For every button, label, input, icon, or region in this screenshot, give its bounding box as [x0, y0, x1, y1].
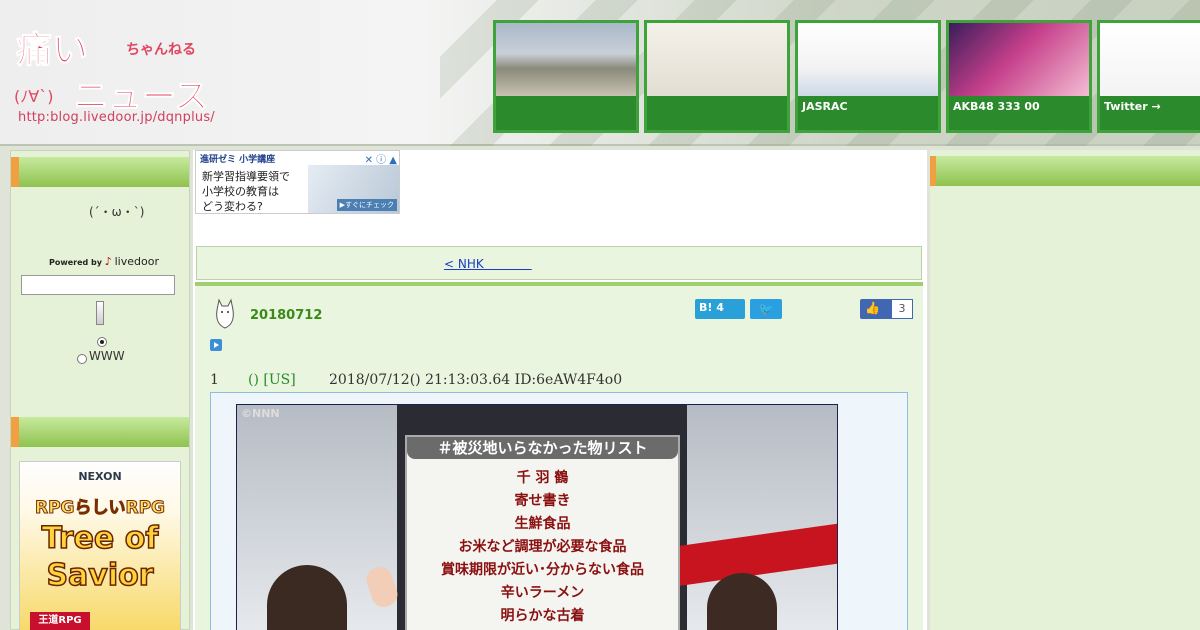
search-input[interactable]: [21, 275, 175, 295]
logo-url: http:blog.livedoor.jp/dqnplus/: [18, 110, 215, 125]
livedoor-icon: ♪: [104, 255, 112, 268]
thumbnail-caption: JASRAC: [798, 96, 938, 130]
ad-cta-button[interactable]: ▶すぐにチェック: [336, 199, 397, 211]
ad-body-line: 小学校の教育は: [202, 185, 279, 198]
tv-board-item: 辛いラーメン: [500, 585, 585, 601]
post-number: 1: [210, 372, 219, 388]
ad-banner[interactable]: 進研ゼミ 小学講座 ✕ ⓘ ▲ 新学習指導要領で 小学校の教育は どう変わる? …: [195, 150, 400, 214]
main-content: 進研ゼミ 小学講座 ✕ ⓘ ▲ 新学習指導要領で 小学校の教育は どう変わる? …: [193, 150, 927, 630]
thumbs-up-icon: 👍: [865, 301, 880, 315]
search-button[interactable]: [96, 301, 104, 325]
thumbnail-image: [949, 23, 1089, 99]
hatena-icon: B!: [699, 301, 713, 314]
livedoor-label[interactable]: livedoor: [115, 255, 159, 268]
tv-board-item: お米など調理が必要な食品: [458, 539, 627, 555]
article-date: 20180712: [250, 308, 323, 323]
radio-www[interactable]: [77, 354, 87, 364]
ad-line-3: Savior: [46, 557, 155, 594]
sidebar-face: (´・ω・`): [89, 205, 145, 219]
hatena-bookmark-button[interactable]: B! 4: [695, 299, 745, 319]
like-count: 3: [891, 299, 913, 319]
ad-badge: 王道RPG: [30, 612, 90, 630]
svg-text:痛い: 痛い: [16, 30, 88, 71]
tv-screenshot[interactable]: ©NNN ＃被災地いらなかった物リスト 千 羽 鶴 寄せ書き 生鮮食品 お米など…: [236, 404, 838, 630]
twitter-share-button[interactable]: 🐦: [750, 299, 782, 319]
thumbnail-4[interactable]: AKB48 333 00: [946, 20, 1092, 133]
facebook-like-button[interactable]: 👍 3: [860, 299, 913, 319]
powered-by-label: Powered by: [49, 258, 102, 267]
svg-text:(ﾉ∀`): (ﾉ∀`): [14, 87, 53, 106]
radio-blog[interactable]: [97, 337, 107, 347]
thumbnail-caption: [647, 96, 787, 130]
thumbnail-2[interactable]: [644, 20, 790, 133]
prev-article-link[interactable]: < NHK: [444, 255, 532, 272]
game-ad-banner[interactable]: NEXON RPGらしいRPG Tree of Savior 王道RPG: [19, 461, 181, 630]
thumbnail-image: [496, 23, 636, 99]
tv-board-items: 千 羽 鶴 寄せ書き 生鮮食品 お米など調理が必要な食品 賞味期限が近い･分から…: [407, 467, 678, 628]
play-icon[interactable]: [210, 339, 222, 351]
tv-board-item: 賞味期限が近い･分からない食品: [441, 562, 644, 578]
twitter-icon: 🐦: [758, 302, 774, 316]
right-sidebar-bar: [930, 156, 1200, 186]
site-header: 痛い ちゃんねる ニュース (ﾉ∀`) http:blog.livedoor.j…: [0, 0, 1200, 146]
thumbnail-caption: AKB48 333 00: [949, 96, 1089, 130]
thumbnail-3[interactable]: JASRAC: [795, 20, 941, 133]
post-meta: 2018/07/12() 21:13:03.64 ID:6eAW4F4o0: [329, 372, 623, 388]
sidebar-section-bar: [11, 417, 189, 447]
ad-body: 新学習指導要領で 小学校の教育は どう変わる?: [202, 169, 290, 213]
svg-text:ニュース: ニュース: [74, 77, 208, 114]
tv-board: ＃被災地いらなかった物リスト 千 羽 鶴 寄せ書き 生鮮食品 お米など調理が必要…: [405, 435, 680, 630]
thumbnail-image: [1100, 23, 1200, 99]
article-nav-bar: < NHK: [196, 246, 922, 280]
post-image-frame: ©NNN ＃被災地いらなかった物リスト 千 羽 鶴 寄せ書き 生鮮食品 お米など…: [210, 392, 908, 630]
thumbnail-caption: Twitter →: [1100, 96, 1200, 130]
article: 20180712 B! 4 🐦 👍 3 1 () [US] 2018/07/12…: [195, 282, 923, 630]
logo-graphic: 痛い ちゃんねる ニュース (ﾉ∀`): [14, 30, 209, 118]
tv-board-item: 生鮮食品: [514, 516, 571, 532]
tv-board-item: 明らかな古着: [500, 608, 585, 624]
thumbnail-caption: [496, 96, 636, 130]
right-sidebar: [930, 150, 1200, 630]
thumbnail-image: [647, 23, 787, 99]
tv-board-item: 千 羽 鶴: [516, 470, 569, 486]
thumbnail-image: [798, 23, 938, 99]
powered-by: Powered by ♪ livedoor: [49, 255, 159, 268]
radio-www-label: WWW: [89, 349, 125, 363]
sidebar-header-bar: [11, 157, 189, 187]
hatena-count: 4: [716, 301, 724, 314]
author-avatar-icon: [216, 298, 234, 329]
tv-logo: ©NNN: [241, 407, 280, 420]
tv-board-title: ＃被災地いらなかった物リスト: [407, 437, 678, 459]
ad-body-line: 新学習指導要領で: [202, 170, 290, 183]
thumbnail-1[interactable]: [493, 20, 639, 133]
tv-board-item: 寄せ書き: [514, 493, 571, 509]
thumbnail-5[interactable]: Twitter →: [1097, 20, 1200, 133]
ad-header: 進研ゼミ 小学講座: [200, 155, 276, 165]
ad-body-line: どう変わる?: [202, 200, 263, 213]
ad-info-icons[interactable]: ✕ ⓘ ▲: [365, 151, 397, 166]
svg-text:ちゃんねる: ちゃんねる: [126, 42, 196, 58]
ad-brand: NEXON: [78, 470, 122, 483]
left-sidebar: (´・ω・`) Powered by ♪ livedoor WWW NEXON …: [10, 150, 190, 630]
ad-line-1: RPGらしいRPG: [34, 498, 165, 519]
ad-line-2: Tree of: [41, 521, 159, 557]
post-author: () [US]: [248, 372, 296, 388]
